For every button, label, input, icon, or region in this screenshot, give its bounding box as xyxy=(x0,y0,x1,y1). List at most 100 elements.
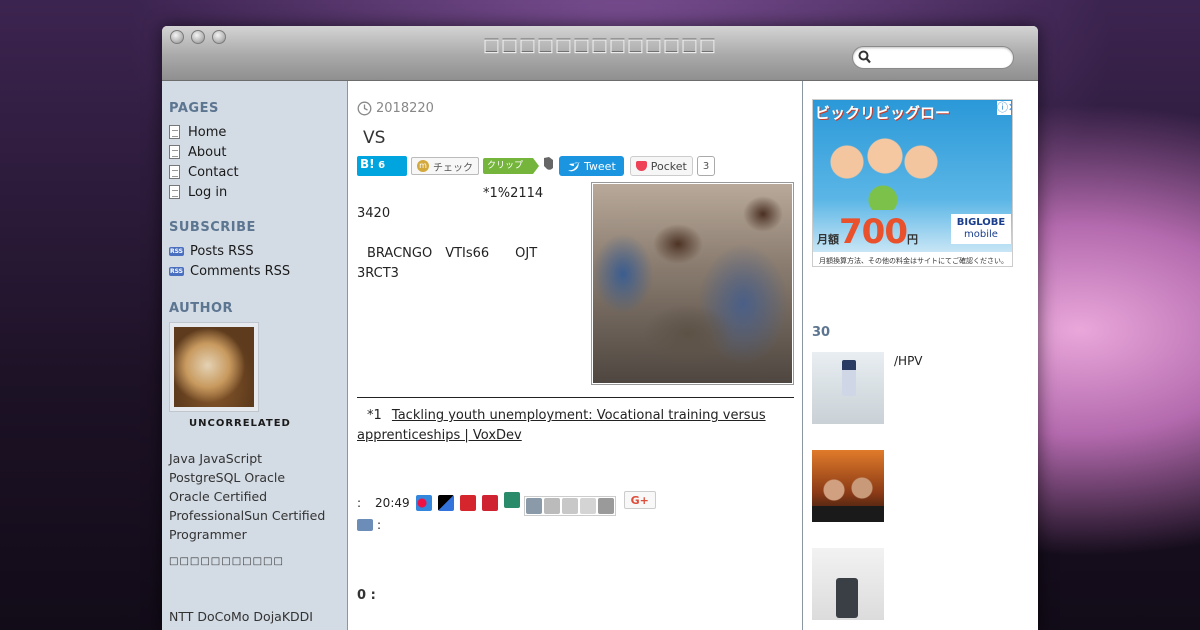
google-plus-button[interactable]: G+ xyxy=(623,491,656,509)
title-bar: □□□□□□□□□□□□□ xyxy=(162,26,1038,81)
tumblr-icon[interactable] xyxy=(525,498,542,514)
author-avatar xyxy=(174,327,254,407)
mixi-label: チェック xyxy=(433,162,473,174)
ranking-heading: 30 xyxy=(812,325,831,340)
category-prefix: : xyxy=(377,518,382,532)
sn-icon[interactable] xyxy=(503,492,520,508)
search-icon xyxy=(858,50,871,64)
page-link-label[interactable]: About xyxy=(188,145,226,160)
hatena-icon: B! xyxy=(360,157,375,171)
post-title[interactable]: VS xyxy=(363,128,794,148)
ad-brand-line: BIGLOBE xyxy=(956,217,1006,228)
right-sidebar: ビックリビッグロー ⓘ✕ 月額700円 BIGLOBE mobile 月額換算方… xyxy=(802,81,1038,630)
post-body: *1%2114 3420 BRACNGO VTIs66 OJT 3RCT3 xyxy=(357,176,794,391)
rss-icon: RSS xyxy=(169,266,184,276)
ad-price-value: 700 xyxy=(839,212,908,252)
footnote-mark: *1 xyxy=(367,408,382,423)
footnote: *1 Tackling youth unemployment: Vocation… xyxy=(357,406,794,446)
ad-brand-logo: BIGLOBE mobile xyxy=(951,214,1011,244)
author-bio-line: Java JavaScript xyxy=(169,451,263,466)
search-box[interactable] xyxy=(852,46,1014,69)
browser-window: □□□□□□□□□□□□□ PAGES Home About Contact L… xyxy=(162,26,1038,630)
post-photo[interactable] xyxy=(591,182,794,385)
footnote-divider xyxy=(357,397,794,398)
ad-headline: ビックリビッグロー xyxy=(815,104,951,122)
ranking-item[interactable]: /HPV xyxy=(812,352,1038,424)
feed-link-label[interactable]: Comments RSS xyxy=(190,264,290,279)
post-body-text: *1%2114 3420 BRACNGO VTIs66 OJT 3RCT3 xyxy=(357,184,572,284)
body-line: *1%2114 xyxy=(483,186,544,201)
author-name: UNCORRELATED xyxy=(189,418,291,429)
twitter-icon[interactable] xyxy=(579,498,596,514)
pocket-count: 3 xyxy=(696,156,716,176)
page-link-contact[interactable]: Contact xyxy=(169,162,347,182)
newsing-icon[interactable] xyxy=(459,495,476,511)
footnote-link[interactable]: Tackling youth unemployment: Vocational … xyxy=(357,408,766,443)
page-icon xyxy=(169,185,180,199)
post-date-text: 2018220 xyxy=(376,101,434,116)
folder-icon xyxy=(357,519,373,531)
comments-rss-link[interactable]: RSS Comments RSS xyxy=(169,261,347,281)
ranking-item[interactable] xyxy=(812,436,1038,522)
clock-icon xyxy=(357,101,372,116)
delicious-icon[interactable] xyxy=(437,495,454,511)
post-date: 2018220 xyxy=(357,101,794,116)
page-icon xyxy=(169,125,180,139)
clip-button[interactable]: クリップ xyxy=(483,158,540,174)
left-sidebar: PAGES Home About Contact Log in SUBSCRIB… xyxy=(162,81,348,630)
hatena-count: 6 xyxy=(378,160,386,171)
rss-icon: RSS xyxy=(169,246,184,256)
ad-note: 月額換算方法、その他の料金はサイトにてご確認ください。 xyxy=(813,252,1012,266)
post-meta: : 20:49 G+ xyxy=(357,490,794,516)
ad-banner[interactable]: ビックリビッグロー ⓘ✕ 月額700円 BIGLOBE mobile 月額換算方… xyxy=(812,99,1013,267)
post-time: 20:49 xyxy=(375,496,410,510)
posts-rss-link[interactable]: RSS Posts RSS xyxy=(169,241,347,261)
page-link-login[interactable]: Log in xyxy=(169,182,347,202)
pocket-button[interactable]: Pocket xyxy=(629,156,693,176)
author-more-text: NTT DoCoMo DojaKDDI xyxy=(169,609,313,624)
page-link-label[interactable]: Home xyxy=(188,125,226,140)
search-input[interactable] xyxy=(875,49,1007,66)
body-line: 3420 xyxy=(357,206,391,221)
author-bio-line: Oracle Certified xyxy=(169,489,268,504)
ranking-item[interactable] xyxy=(812,534,1038,620)
gmail-icon[interactable] xyxy=(543,498,560,514)
page-link-home[interactable]: Home xyxy=(169,122,347,142)
ad-price-prefix: 月額 xyxy=(817,233,839,246)
evernote-icon[interactable] xyxy=(541,156,555,176)
page-icon xyxy=(169,165,180,179)
hatena-bookmark-button[interactable]: B! 6 xyxy=(357,156,407,176)
author-heading: AUTHOR xyxy=(169,301,234,316)
author-bio-line: ProfessionalSun Certified xyxy=(169,508,326,523)
ad-price-unit: 円 xyxy=(906,233,918,246)
main-content: 2018220 VS B! 6 m チェック クリップ Tweet Pocket… xyxy=(349,81,802,630)
mixi-check-button[interactable]: m チェック xyxy=(411,157,479,175)
mechanics-photo xyxy=(593,184,792,383)
page-link-label[interactable]: Log in xyxy=(188,185,227,200)
device-thumbnail[interactable] xyxy=(812,548,884,620)
page-link-label[interactable]: Contact xyxy=(188,165,239,180)
facebook-icon[interactable] xyxy=(597,498,614,514)
post-category: : xyxy=(357,518,794,532)
livedoor-clip-icon[interactable] xyxy=(481,495,498,511)
blogger-icon[interactable] xyxy=(561,498,578,514)
subscribe-heading: SUBSCRIBE xyxy=(169,220,256,235)
ranking-item-label[interactable]: /HPV xyxy=(894,354,923,424)
ad-brand-line: mobile xyxy=(964,229,998,240)
author-bio-line: Programmer xyxy=(169,527,247,542)
author-avatar-frame xyxy=(169,322,259,412)
ad-close-icon[interactable]: ⓘ✕ xyxy=(997,101,1012,115)
vaccine-thumbnail[interactable] xyxy=(812,352,884,424)
mixi-icon: m xyxy=(417,160,429,172)
feed-link-label[interactable]: Posts RSS xyxy=(190,244,254,259)
body-line: 3RCT3 xyxy=(357,266,399,281)
author-bio-line: PostgreSQL Oracle xyxy=(169,470,286,485)
page-link-about[interactable]: About xyxy=(169,142,347,162)
bookmark-service-icon[interactable] xyxy=(415,495,432,511)
share-buttons: B! 6 m チェック クリップ Tweet Pocket 3 xyxy=(357,156,794,176)
page-icon xyxy=(169,145,180,159)
twitter-bird-icon xyxy=(568,161,581,171)
pocket-icon xyxy=(635,161,647,171)
tweet-button[interactable]: Tweet xyxy=(559,156,624,176)
movie-thumbnail[interactable] xyxy=(812,450,884,522)
